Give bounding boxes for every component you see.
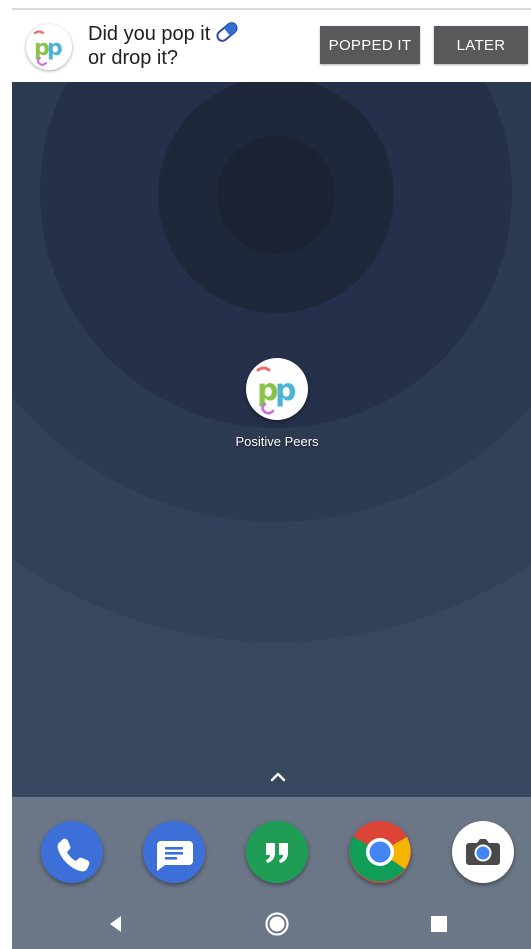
app-label: Positive Peers: [235, 434, 319, 449]
navigation-bar: [12, 897, 531, 949]
notification-message: Did you pop it or drop it?: [88, 22, 308, 69]
notification-message-line2: or drop it?: [88, 47, 179, 69]
svg-text:p: p: [47, 36, 63, 61]
phone-icon[interactable]: [41, 821, 103, 883]
popped-it-button[interactable]: POPPED IT: [320, 26, 420, 64]
positive-peers-app-icon[interactable]: p p: [246, 358, 308, 420]
recents-icon[interactable]: [426, 911, 452, 937]
pill-icon: [214, 22, 240, 47]
back-icon[interactable]: [103, 911, 129, 937]
svg-text:p: p: [275, 373, 296, 408]
positive-peers-logo-icon: p p: [26, 24, 72, 70]
android-screen: p p Did you pop it or drop it? POPPED IT…: [0, 0, 531, 949]
chrome-icon[interactable]: [349, 821, 411, 883]
app-dock: [12, 797, 531, 897]
hangouts-icon[interactable]: [246, 821, 308, 883]
later-button[interactable]: LATER: [434, 26, 528, 64]
notification-message-line1: Did you pop it: [88, 23, 211, 45]
reminder-notification[interactable]: p p Did you pop it or drop it? POPPED IT…: [12, 10, 531, 82]
positive-peers-shortcut[interactable]: p p Positive Peers: [212, 358, 342, 449]
messages-icon[interactable]: [143, 821, 205, 883]
home-icon[interactable]: [264, 911, 290, 937]
camera-icon[interactable]: [452, 821, 514, 883]
chevron-up-icon[interactable]: [264, 766, 292, 786]
